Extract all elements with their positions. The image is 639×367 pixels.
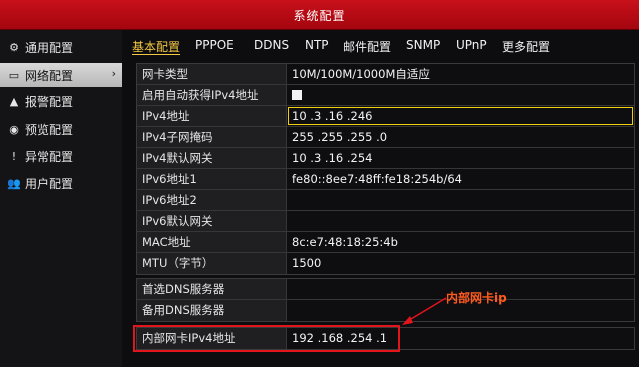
- tab-bar: 基本配置 PPPOE DDNS NTP 邮件配置 SNMP UPnP 更多配置: [130, 34, 639, 58]
- alarm-icon: ▲: [9, 94, 19, 108]
- warning-icon: !: [11, 149, 17, 163]
- title-bar: 系统配置: [0, 0, 639, 30]
- network-icon: ▭: [8, 68, 20, 82]
- dns-settings-table: 首选DNS服务器 备用DNS服务器: [136, 278, 635, 322]
- table-row: 启用自动获得IPv4地址: [137, 85, 634, 106]
- chevron-right-icon: ›: [111, 67, 116, 80]
- sidebar-item-exception[interactable]: ! 异常配置: [0, 144, 122, 168]
- sidebar-item-label: 通用配置: [25, 40, 74, 55]
- nic-type-label: 网卡类型: [137, 64, 287, 84]
- sidebar-item-label: 用户配置: [25, 176, 74, 191]
- sidebar-item-network[interactable]: ▭ 网络配置 ›: [0, 63, 122, 87]
- ipv6-address1-label: IPv6地址1: [137, 169, 287, 189]
- table-row: IPv4地址 10 .3 .16 .246: [137, 106, 634, 127]
- sidebar-item-label: 预览配置: [25, 122, 74, 137]
- ipv4-gateway-input[interactable]: 10 .3 .16 .254: [287, 148, 634, 168]
- sidebar-item-users[interactable]: 👥 用户配置: [0, 171, 122, 195]
- mac-address-value: 8c:e7:48:18:25:4b: [287, 232, 634, 252]
- sidebar-item-label: 异常配置: [25, 149, 74, 164]
- eye-icon: ◉: [9, 122, 19, 136]
- table-row: MTU（字节） 1500: [137, 253, 634, 274]
- sidebar-item-general[interactable]: ⚙ 通用配置: [0, 35, 122, 59]
- tab-upnp[interactable]: UPnP: [456, 38, 487, 52]
- table-row: IPv6默认网关: [137, 211, 634, 232]
- annotation-arrow-icon: [402, 297, 447, 325]
- ipv6-gateway-input[interactable]: [287, 211, 634, 231]
- ipv4-gateway-label: IPv4默认网关: [137, 148, 287, 168]
- table-row: IPv4默认网关 10 .3 .16 .254: [137, 148, 634, 169]
- sidebar-item-alarm[interactable]: ▲ 报警配置: [0, 89, 122, 113]
- annotation-label: 内部网卡ip: [446, 291, 507, 305]
- preferred-dns-label: 首选DNS服务器: [137, 279, 287, 299]
- window-title: 系统配置: [293, 9, 346, 23]
- table-row: 首选DNS服务器: [137, 279, 634, 300]
- mac-address-label: MAC地址: [137, 232, 287, 252]
- tab-snmp[interactable]: SNMP: [406, 38, 440, 52]
- sidebar-item-preview[interactable]: ◉ 预览配置: [0, 117, 122, 141]
- sidebar-item-label: 报警配置: [25, 94, 74, 109]
- ipv4-address-label: IPv4地址: [137, 106, 287, 126]
- network-settings-table: 网卡类型 10M/100M/1000M自适应 启用自动获得IPv4地址 IPv4…: [136, 63, 635, 275]
- tab-pppoe[interactable]: PPPOE: [195, 38, 234, 52]
- ipv4-mask-label: IPv4子网掩码: [137, 127, 287, 147]
- ipv6-address2-input[interactable]: [287, 190, 634, 210]
- sidebar-item-label: 网络配置: [25, 68, 74, 83]
- gear-icon: ⚙: [9, 40, 19, 54]
- table-row: 网卡类型 10M/100M/1000M自适应: [137, 64, 634, 85]
- users-icon: 👥: [7, 176, 21, 190]
- tab-basic[interactable]: 基本配置: [132, 38, 180, 55]
- dhcp-label: 启用自动获得IPv4地址: [137, 85, 287, 105]
- tab-ddns[interactable]: DDNS: [254, 38, 289, 52]
- ipv4-mask-input[interactable]: 255 .255 .255 .0: [287, 127, 634, 147]
- nic-type-select[interactable]: 10M/100M/1000M自适应: [287, 64, 634, 84]
- table-row: IPv4子网掩码 255 .255 .255 .0: [137, 127, 634, 148]
- tab-ntp[interactable]: NTP: [305, 38, 329, 52]
- ipv6-address1-input[interactable]: fe80::8ee7:48ff:fe18:254b/64: [287, 169, 634, 189]
- tab-email[interactable]: 邮件配置: [343, 38, 391, 55]
- table-row: IPv6地址2: [137, 190, 634, 211]
- tab-more[interactable]: 更多配置: [502, 38, 550, 55]
- alternate-dns-label: 备用DNS服务器: [137, 300, 287, 321]
- ipv4-address-input[interactable]: 10 .3 .16 .246: [287, 106, 634, 126]
- dhcp-cell: [287, 85, 634, 105]
- ipv6-address2-label: IPv6地址2: [137, 190, 287, 210]
- dhcp-checkbox[interactable]: [292, 90, 302, 100]
- table-row: IPv6地址1 fe80::8ee7:48ff:fe18:254b/64: [137, 169, 634, 190]
- sidebar: ⚙ 通用配置 ▭ 网络配置 › ▲ 报警配置 ◉ 预览配置 ! 异常配置 👥 用…: [0, 30, 122, 367]
- mtu-input[interactable]: 1500: [287, 253, 634, 274]
- highlight-box: [133, 325, 400, 352]
- table-row: 备用DNS服务器: [137, 300, 634, 321]
- mtu-label: MTU（字节）: [137, 253, 287, 274]
- ipv6-gateway-label: IPv6默认网关: [137, 211, 287, 231]
- table-row: MAC地址 8c:e7:48:18:25:4b: [137, 232, 634, 253]
